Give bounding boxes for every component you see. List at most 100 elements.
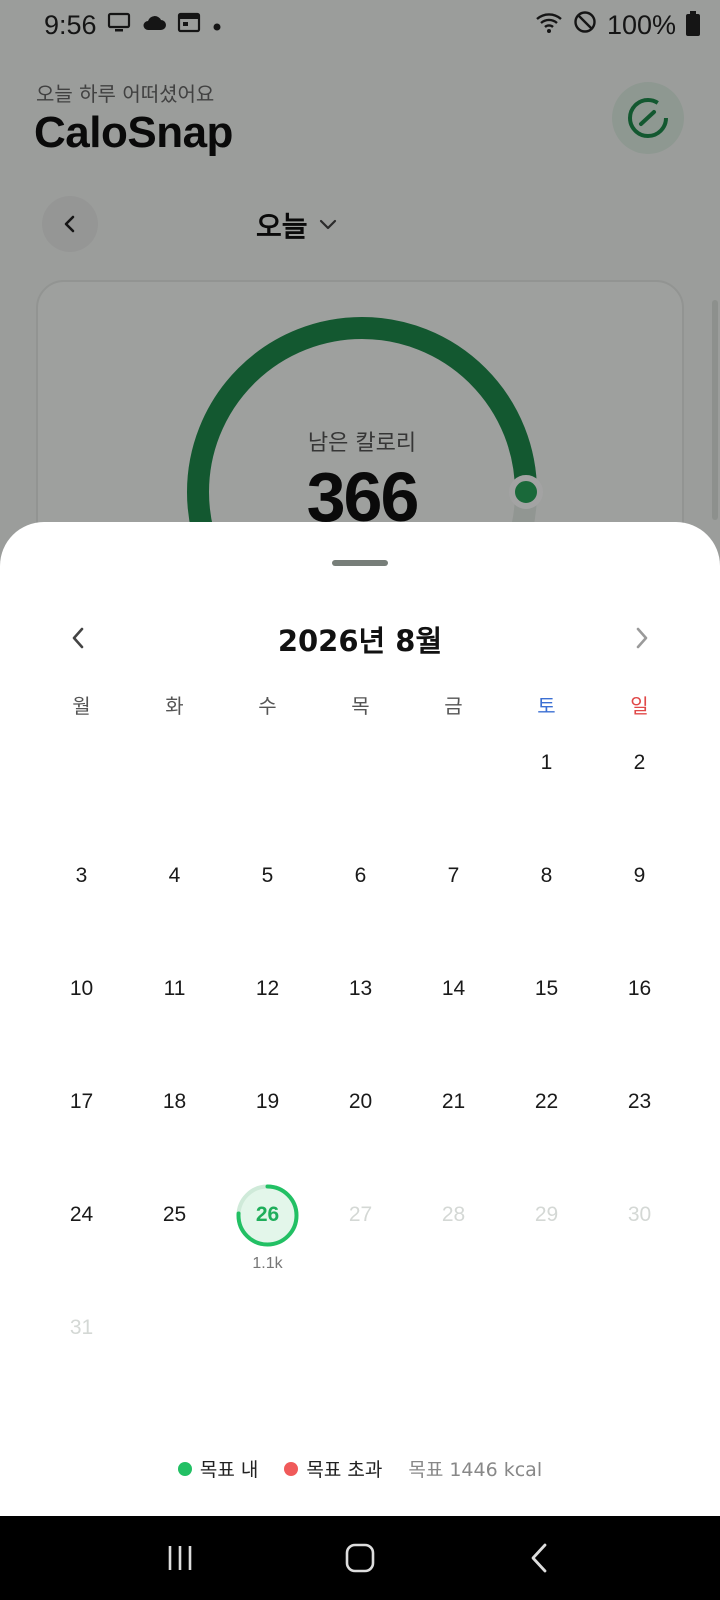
calendar-day[interactable]: 8 [500,840,593,953]
over-goal-dot [284,1461,299,1476]
day-number: 28 [441,1203,466,1226]
recent-apps-icon [168,1546,192,1570]
calendar-week: 24 25 26 1.1k 27 28 29 30 [35,1179,686,1292]
day-number: 2 [633,751,646,774]
calendar-empty-cell [407,727,500,840]
weekday-fri: 금 [444,694,463,718]
calendar-week: 10 11 12 13 14 15 16 [35,953,686,1066]
calendar-day[interactable]: 5 [221,840,314,953]
calendar-empty-cell [128,1292,221,1405]
day-number: 23 [627,1090,652,1113]
calendar-day[interactable]: 15 [500,953,593,1066]
calendar-day[interactable]: 24 [35,1179,128,1292]
calendar-day[interactable]: 16 [593,953,686,1066]
calendar-day[interactable]: 23 [593,1066,686,1179]
system-navigation-bar [0,1516,720,1600]
weekday-header: 월 화 수 목 금 토 일 [35,690,686,719]
calendar-grid: 1 2 3 4 5 6 7 8 9 10 11 12 13 14 15 16 17 18 19 20 21 22 23 24 2… [35,727,686,1405]
sheet-drag-handle[interactable] [332,560,388,566]
day-number: 3 [75,864,88,887]
calendar-day[interactable]: 22 [500,1066,593,1179]
month-title: 2026년 8월 [277,624,443,658]
day-number: 31 [69,1316,94,1339]
day-number: 25 [162,1203,187,1226]
weekday-wed: 수 [258,694,277,718]
calendar-day: 28 [407,1179,500,1292]
legend-over-goal: 목표 초과 [284,1455,382,1482]
weekday-sat: 토 [537,694,556,718]
day-number: 16 [627,977,652,1000]
day-number: 6 [354,864,367,887]
legend-within-goal-label: 목표 내 [199,1459,259,1481]
calendar-day[interactable]: 19 [221,1066,314,1179]
back-icon [531,1543,547,1573]
calendar-day[interactable]: 18 [128,1066,221,1179]
home-icon [345,1543,375,1573]
day-number: 29 [534,1203,559,1226]
legend-over-goal-label: 목표 초과 [306,1459,383,1481]
chevron-right-icon [636,627,648,649]
home-button[interactable] [320,1528,400,1588]
day-number: 5 [261,864,274,887]
day-number: 1 [540,751,553,774]
day-number: 15 [534,977,559,1000]
day-number: 10 [69,977,94,1000]
weekday-mon: 월 [72,694,91,718]
weekday-thu: 목 [351,694,370,718]
calendar-empty-cell [314,727,407,840]
calendar-day[interactable]: 10 [35,953,128,1066]
calendar-day[interactable]: 14 [407,953,500,1066]
calendar-day[interactable]: 6 [314,840,407,953]
day-number: 8 [540,864,553,887]
calendar-empty-cell [221,1292,314,1405]
day-number: 4 [168,864,181,887]
chevron-left-icon [72,627,84,649]
recent-apps-button[interactable] [140,1528,220,1588]
day-calories: 1.1k [252,1255,283,1272]
calendar-day[interactable]: 20 [314,1066,407,1179]
day-number: 21 [441,1090,466,1113]
day-number: 20 [348,1090,373,1113]
calendar-legend: 목표 내 목표 초과 목표 1446 kcal [0,1455,720,1482]
day-number: 13 [348,977,373,1000]
calendar-day[interactable]: 4 [128,840,221,953]
calendar-empty-cell [407,1292,500,1405]
day-number: 26 [255,1203,280,1226]
day-number: 17 [69,1090,94,1113]
calendar-empty-cell [128,727,221,840]
calendar-empty-cell [35,727,128,840]
day-number: 12 [255,977,280,1000]
calendar-day[interactable]: 2 [593,727,686,840]
calendar-day[interactable]: 7 [407,840,500,953]
next-month-button[interactable] [622,614,662,662]
calendar-day[interactable]: 21 [407,1066,500,1179]
calendar-day: 27 [314,1179,407,1292]
calendar-day[interactable]: 25 [128,1179,221,1292]
calendar-day[interactable]: 3 [35,840,128,953]
day-number: 22 [534,1090,559,1113]
goal-calories-text: 목표 1446 kcal [408,1459,543,1481]
weekday-tue: 화 [165,694,184,718]
calendar-day[interactable]: 12 [221,953,314,1066]
calendar-day[interactable]: 11 [128,953,221,1066]
calendar-day: 29 [500,1179,593,1292]
calendar-empty-cell [500,1292,593,1405]
day-number: 18 [162,1090,187,1113]
calendar-empty-cell [593,1292,686,1405]
weekday-sun: 일 [630,694,649,718]
calendar-week: 17 18 19 20 21 22 23 [35,1066,686,1179]
calendar-day[interactable]: 17 [35,1066,128,1179]
day-number: 11 [163,977,186,1000]
calendar-day-today[interactable]: 26 1.1k [221,1179,314,1292]
calendar-day[interactable]: 13 [314,953,407,1066]
calendar-day[interactable]: 9 [593,840,686,953]
day-number: 30 [627,1203,652,1226]
day-number: 7 [447,864,460,887]
within-goal-dot [177,1461,192,1476]
day-number: 19 [255,1090,280,1113]
calendar-day[interactable]: 1 [500,727,593,840]
calendar-bottom-sheet: 2026년 8월 월 화 수 목 금 토 일 1 2 3 4 5 6 7 8 9 10 11 12 13… [0,522,720,1516]
back-button[interactable] [500,1528,580,1588]
previous-month-button[interactable] [58,614,98,662]
calendar-week: 31 [35,1292,686,1405]
